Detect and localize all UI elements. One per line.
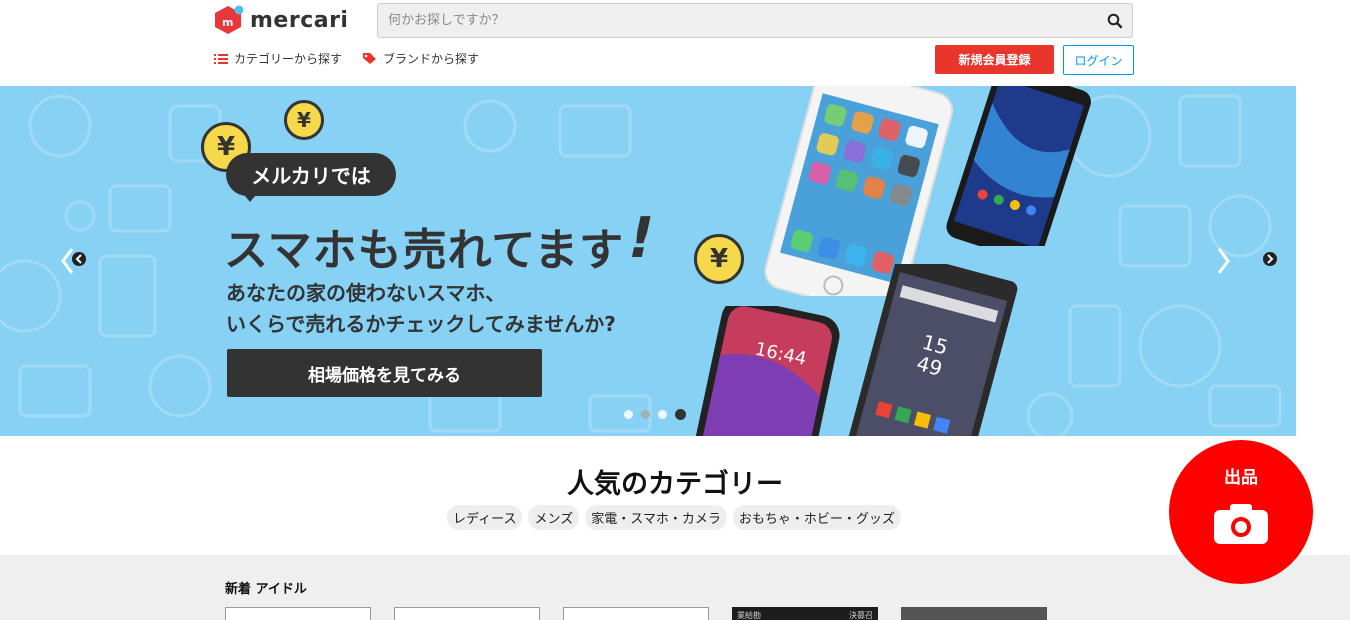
login-button[interactable]: ログイン <box>1063 45 1134 75</box>
smartphone-illustration: 16:44 <box>690 306 840 436</box>
carousel-dots <box>624 409 686 420</box>
item-card[interactable] <box>225 607 371 620</box>
carousel-prev-icon[interactable] <box>56 246 92 276</box>
brand-name: mercari <box>250 7 349 33</box>
smartphone-illustration <box>946 86 1091 246</box>
new-arrivals-title: 新着 アイドル <box>225 582 307 597</box>
yen-coin-icon: ¥ <box>284 100 324 140</box>
hero-bubble-tail <box>240 190 260 202</box>
search-bar <box>377 3 1133 38</box>
register-button[interactable]: 新規会員登録 <box>935 45 1054 74</box>
category-tag-electronics[interactable]: 家電・スマホ・カメラ <box>585 505 727 530</box>
hero-subtitle-line2: いくらで売れるかチェックしてみませんか? <box>226 312 616 336</box>
market-price-button[interactable]: 相場価格を見てみる <box>227 349 542 397</box>
search-icon[interactable] <box>1106 12 1124 30</box>
category-tag-ladies[interactable]: レディース <box>447 505 523 530</box>
subnav: カテゴリーから探す ブランドから探す <box>214 50 479 67</box>
search-input[interactable] <box>378 4 1078 37</box>
popular-categories-title: 人気のカテゴリー <box>567 469 783 500</box>
yen-coin-icon: ¥ <box>694 234 744 284</box>
tag-icon <box>363 53 377 64</box>
page: m mercari カテゴリーから探す <box>0 0 1350 620</box>
camera-icon <box>1214 503 1268 544</box>
nav-browse-category-label: カテゴリーから探す <box>234 52 343 66</box>
popular-category-tags: レディース メンズ 家電・スマホ・カメラ おもちゃ・ホビー・グッズ <box>447 505 901 530</box>
nav-browse-category[interactable]: カテゴリーから探す <box>214 50 342 67</box>
item-card[interactable] <box>901 607 1047 620</box>
category-tag-toys-hobby[interactable]: おもちゃ・ホビー・グッズ <box>732 505 901 530</box>
item-card[interactable] <box>394 607 540 620</box>
list-icon <box>214 53 228 64</box>
mercari-logo[interactable]: m mercari <box>214 5 348 35</box>
category-tag-mens[interactable]: メンズ <box>528 505 580 530</box>
carousel-dot[interactable] <box>658 410 667 419</box>
sell-button-label: 出品 <box>1224 467 1258 488</box>
carousel-dot-active[interactable] <box>675 409 686 420</box>
smartphone-illustration: 15 49 <box>848 264 1018 436</box>
carousel-next-icon[interactable] <box>1215 246 1281 276</box>
carousel-dot[interactable] <box>624 410 633 419</box>
nav-browse-brand[interactable]: ブランドから探す <box>362 50 479 67</box>
hero-subtitle: あなたの家の使わないスマホ、 いくらで売れるかチェックしてみませんか? <box>226 278 616 340</box>
item-card-text: 業給勘 決募召 <box>737 611 873 620</box>
hero-subtitle-line1: あなたの家の使わないスマホ、 <box>226 281 506 305</box>
header: m mercari カテゴリーから探す <box>0 0 1350 86</box>
hero-title: スマホも売れてます <box>224 225 625 276</box>
item-card[interactable] <box>563 607 709 620</box>
sell-button[interactable]: 出品 <box>1169 440 1313 584</box>
hero-banner[interactable]: ¥ ¥ ¥ メルカリでは スマホも売れてます ! あなたの家の使わないスマホ、 … <box>0 86 1296 436</box>
item-card[interactable]: 業給勘 決募召 <box>732 607 878 620</box>
mercari-logo-icon: m <box>215 5 244 34</box>
svg-text:m: m <box>222 16 233 29</box>
carousel-dot[interactable] <box>641 410 650 419</box>
nav-browse-brand-label: ブランドから探す <box>383 52 480 66</box>
new-arrivals-cards: 業給勘 決募召 <box>225 607 1047 620</box>
